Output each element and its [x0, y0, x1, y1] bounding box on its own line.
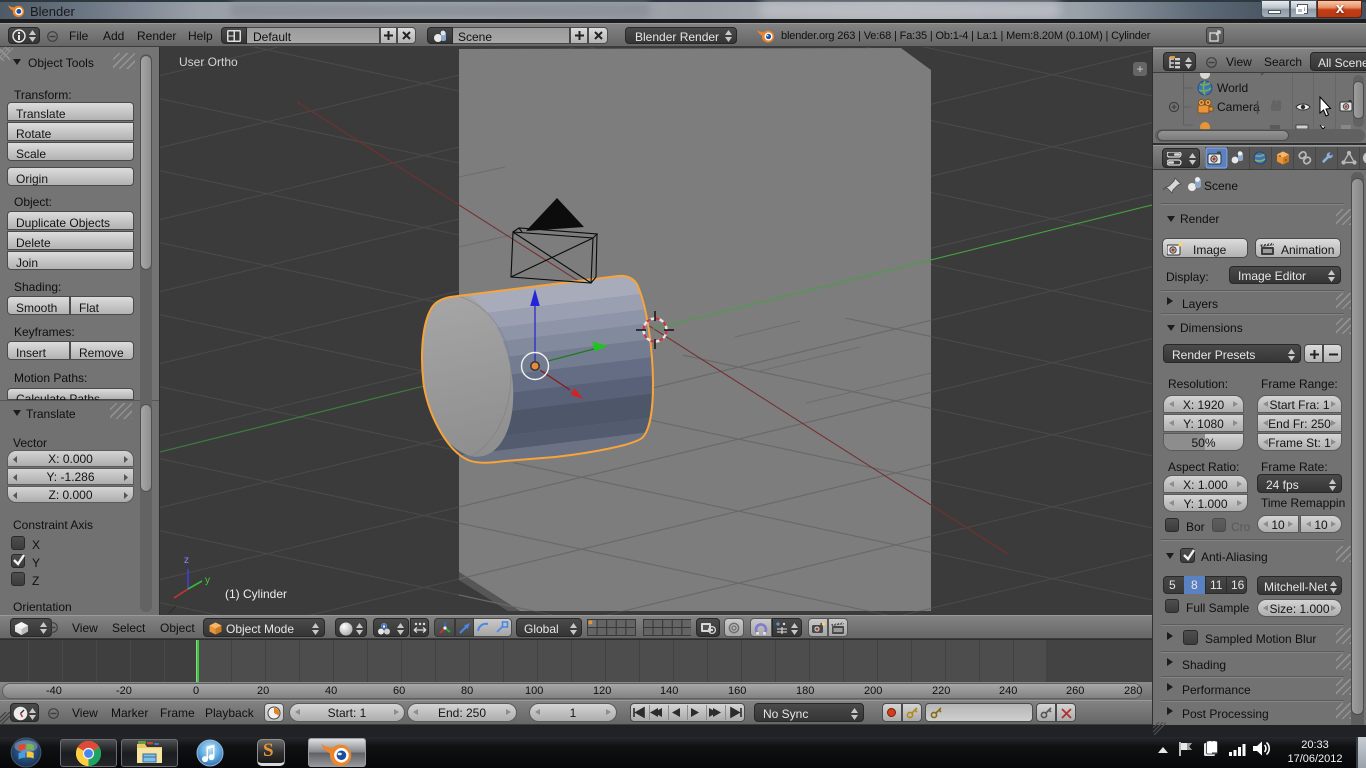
svg-text:z: z — [184, 555, 189, 566]
svg-text:World: World — [1217, 81, 1248, 95]
svg-text:Camera: Camera — [1217, 100, 1260, 114]
svg-text:y: y — [205, 575, 210, 586]
svg-text:+: + — [1137, 62, 1144, 76]
svg-text:User Ortho: User Ortho — [179, 55, 238, 69]
svg-text:(1) Cylinder: (1) Cylinder — [225, 587, 287, 601]
